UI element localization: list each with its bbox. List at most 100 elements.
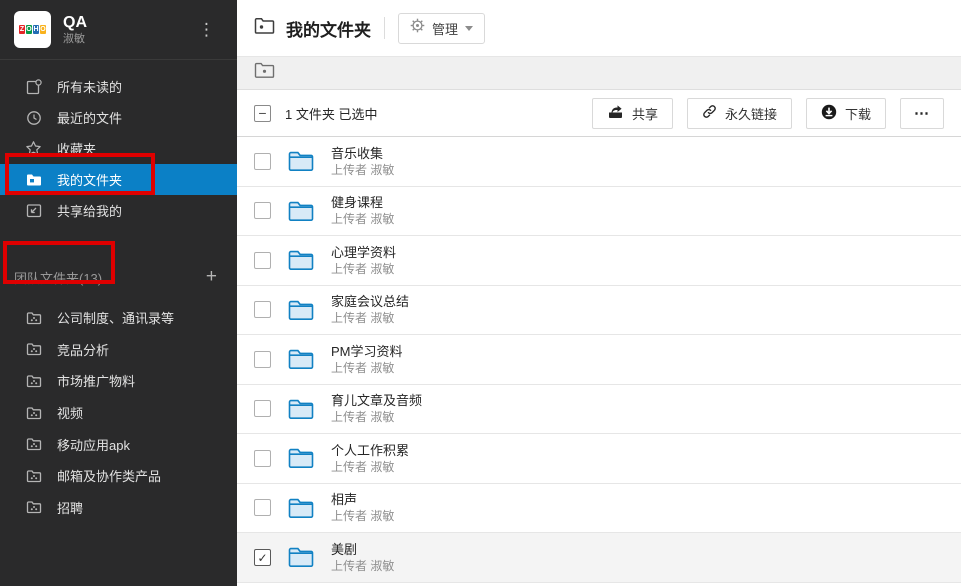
file-info: 音乐收集 上传者 淑敏 bbox=[331, 145, 394, 178]
file-uploader: 上传者 淑敏 bbox=[331, 310, 409, 326]
folder-icon bbox=[288, 398, 315, 420]
row-checkbox[interactable] bbox=[254, 252, 271, 269]
sidebar-team-folder-item[interactable]: 移动应用apk bbox=[0, 428, 237, 460]
uploader-name: 淑敏 bbox=[370, 212, 394, 226]
file-row[interactable]: 音乐收集 上传者 淑敏 bbox=[237, 137, 961, 187]
sidebar-team-folder-item[interactable]: 邮箱及协作类产品 bbox=[0, 460, 237, 492]
sidebar: ZOHO QA 淑敏 ⋮ 所有未读的 最近的文件 bbox=[0, 0, 237, 586]
kebab-menu-icon[interactable]: ⋮ bbox=[190, 16, 223, 44]
sidebar-team-folder-item[interactable]: 视频 bbox=[0, 397, 237, 429]
file-info: 相声 上传者 淑敏 bbox=[331, 491, 394, 524]
sidebar-team-folder-item[interactable]: 竞品分析 bbox=[0, 334, 237, 366]
folder-icon bbox=[288, 299, 315, 321]
uploader-name: 淑敏 bbox=[370, 410, 394, 424]
sidebar-item-all-unread[interactable]: 所有未读的 bbox=[0, 71, 237, 102]
sidebar-item-favorites[interactable]: 收藏夹 bbox=[0, 133, 237, 164]
file-row[interactable]: 个人工作积累 上传者 淑敏 bbox=[237, 434, 961, 484]
row-checkbox[interactable] bbox=[254, 450, 271, 467]
add-team-folder-button[interactable]: + bbox=[202, 268, 221, 286]
clock-icon bbox=[25, 109, 42, 126]
more-actions-button[interactable]: ⋯ bbox=[900, 98, 944, 129]
sidebar-nav: 所有未读的 最近的文件 收藏夹 我的文件夹 bbox=[0, 60, 237, 226]
uploader-prefix: 上传者 bbox=[331, 212, 367, 226]
share-button[interactable]: 共享 bbox=[592, 98, 673, 129]
folder-icon bbox=[288, 249, 315, 271]
uploader-name: 淑敏 bbox=[370, 509, 394, 523]
my-folder-icon bbox=[25, 171, 42, 188]
file-row[interactable]: 心理学资料 上传者 淑敏 bbox=[237, 236, 961, 286]
uploader-prefix: 上传者 bbox=[331, 262, 367, 276]
uploader-name: 淑敏 bbox=[370, 262, 394, 276]
team-folder-icon bbox=[25, 436, 42, 453]
file-info: PM学习资料 上传者 淑敏 bbox=[331, 343, 403, 376]
file-info: 健身课程 上传者 淑敏 bbox=[331, 194, 394, 227]
file-info: 美剧 上传者 淑敏 bbox=[331, 541, 394, 574]
sidebar-team-folder-item[interactable]: 公司制度、通讯录等 bbox=[0, 302, 237, 334]
folder-icon bbox=[288, 497, 315, 519]
folder-icon bbox=[288, 447, 315, 469]
row-checkbox[interactable] bbox=[254, 400, 271, 417]
row-checkbox[interactable] bbox=[254, 499, 271, 516]
page-title: 我的文件夹 bbox=[286, 16, 371, 41]
download-button[interactable]: 下载 bbox=[806, 98, 886, 129]
sidebar-team-folder-item[interactable]: 招聘 bbox=[0, 492, 237, 524]
file-name: 育儿文章及音频 bbox=[331, 392, 422, 409]
team-folder-icon bbox=[25, 499, 42, 516]
select-all-checkbox[interactable] bbox=[254, 105, 271, 122]
file-info: 个人工作积累 上传者 淑敏 bbox=[331, 442, 409, 475]
uploader-name: 淑敏 bbox=[370, 361, 394, 375]
row-checkbox[interactable] bbox=[254, 153, 271, 170]
sidebar-item-label: 竞品分析 bbox=[57, 340, 109, 359]
file-row[interactable]: 育儿文章及音频 上传者 淑敏 bbox=[237, 385, 961, 435]
manage-button[interactable]: 管理 bbox=[398, 13, 485, 44]
selection-toolbar: 1 文件夹 已选中 共享 永久链接 bbox=[237, 90, 961, 137]
breadcrumb-root-folder-icon[interactable] bbox=[254, 62, 275, 84]
page-header: 我的文件夹 管理 bbox=[237, 0, 961, 56]
logo-letter: O bbox=[26, 25, 32, 34]
team-folders-header: 团队文件夹(13) + bbox=[0, 262, 237, 292]
permalink-button[interactable]: 永久链接 bbox=[687, 98, 792, 129]
team-folder-icon bbox=[25, 467, 42, 484]
file-uploader: 上传者 淑敏 bbox=[331, 360, 403, 376]
workspace-meta: QA 淑敏 bbox=[63, 13, 190, 46]
breadcrumb-bar bbox=[237, 56, 961, 90]
file-name: 相声 bbox=[331, 491, 394, 508]
file-row[interactable]: 健身课程 上传者 淑敏 bbox=[237, 187, 961, 237]
uploader-name: 淑敏 bbox=[370, 559, 394, 573]
team-folder-icon bbox=[25, 372, 42, 389]
file-row[interactable]: 家庭会议总结 上传者 淑敏 bbox=[237, 286, 961, 336]
sidebar-item-label: 公司制度、通讯录等 bbox=[57, 308, 174, 327]
file-uploader: 上传者 淑敏 bbox=[331, 459, 409, 475]
divider bbox=[384, 17, 385, 39]
sidebar-item-recent-files[interactable]: 最近的文件 bbox=[0, 102, 237, 133]
sidebar-item-label: 最近的文件 bbox=[57, 108, 122, 127]
sidebar-team-folder-item[interactable]: 市场推广物料 bbox=[0, 365, 237, 397]
file-uploader: 上传者 淑敏 bbox=[331, 558, 394, 574]
workspace-name: QA bbox=[63, 13, 190, 32]
file-row[interactable]: PM学习资料 上传者 淑敏 bbox=[237, 335, 961, 385]
sidebar-item-label: 共享给我的 bbox=[57, 201, 122, 220]
row-checkbox[interactable] bbox=[254, 351, 271, 368]
file-info: 育儿文章及音频 上传者 淑敏 bbox=[331, 392, 422, 425]
uploader-prefix: 上传者 bbox=[331, 361, 367, 375]
row-checkbox[interactable] bbox=[254, 549, 271, 566]
sidebar-item-my-folders[interactable]: 我的文件夹 bbox=[0, 164, 237, 195]
file-row[interactable]: 美剧 上传者 淑敏 bbox=[237, 533, 961, 583]
star-icon bbox=[25, 140, 42, 157]
folder-icon bbox=[288, 200, 315, 222]
logo-letter: H bbox=[33, 25, 39, 34]
sidebar-item-shared-with-me[interactable]: 共享给我的 bbox=[0, 195, 237, 226]
file-name: 个人工作积累 bbox=[331, 442, 409, 459]
file-name: 音乐收集 bbox=[331, 145, 394, 162]
team-folder-list: 公司制度、通讯录等 竞品分析 市场推广物料 bbox=[0, 292, 237, 523]
uploader-prefix: 上传者 bbox=[331, 410, 367, 424]
team-folder-icon bbox=[25, 309, 42, 326]
sidebar-item-label: 市场推广物料 bbox=[57, 371, 135, 390]
uploader-prefix: 上传者 bbox=[331, 559, 367, 573]
row-checkbox[interactable] bbox=[254, 202, 271, 219]
workspace-header: ZOHO QA 淑敏 ⋮ bbox=[0, 0, 237, 60]
sidebar-item-label: 所有未读的 bbox=[57, 77, 122, 96]
file-row[interactable]: 相声 上传者 淑敏 bbox=[237, 484, 961, 534]
row-checkbox[interactable] bbox=[254, 301, 271, 318]
file-info: 家庭会议总结 上传者 淑敏 bbox=[331, 293, 409, 326]
